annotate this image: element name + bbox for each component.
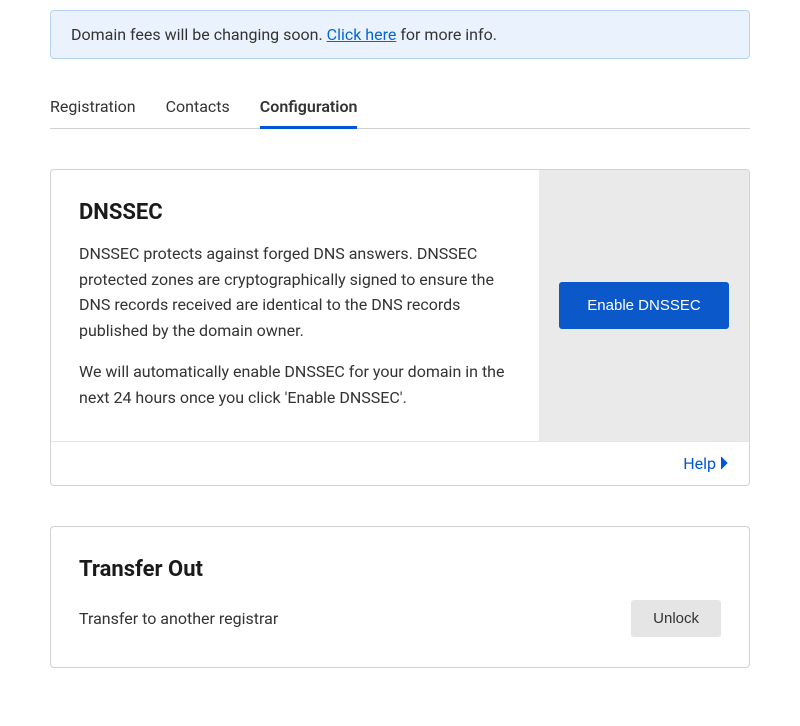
notice-link[interactable]: Click here <box>327 25 397 44</box>
chevron-right-icon <box>720 456 729 470</box>
dnssec-title: DNSSEC <box>79 200 511 225</box>
dnssec-description-1: DNSSEC protects against forged DNS answe… <box>79 241 511 343</box>
dnssec-card: DNSSEC DNSSEC protects against forged DN… <box>50 169 750 486</box>
dnssec-description-2: We will automatically enable DNSSEC for … <box>79 359 511 410</box>
tabs: Registration Contacts Configuration <box>50 87 750 129</box>
dnssec-main: DNSSEC DNSSEC protects against forged DN… <box>51 170 749 441</box>
transfer-title: Transfer Out <box>79 557 721 582</box>
tab-contacts[interactable]: Contacts <box>166 87 230 128</box>
help-link[interactable]: Help <box>683 454 729 473</box>
dnssec-content: DNSSEC DNSSEC protects against forged DN… <box>51 170 539 441</box>
notice-suffix: for more info. <box>396 25 497 44</box>
tab-registration[interactable]: Registration <box>50 87 136 128</box>
enable-dnssec-button[interactable]: Enable DNSSEC <box>559 282 728 330</box>
unlock-button[interactable]: Unlock <box>631 600 721 637</box>
tab-configuration[interactable]: Configuration <box>260 87 358 129</box>
help-label: Help <box>683 454 716 473</box>
transfer-card: Transfer Out Transfer to another registr… <box>50 526 750 668</box>
dnssec-action-panel: Enable DNSSEC <box>539 170 749 441</box>
notice-prefix: Domain fees will be changing soon. <box>71 25 327 44</box>
dnssec-footer: Help <box>51 441 749 485</box>
notice-banner: Domain fees will be changing soon. Click… <box>50 10 750 59</box>
transfer-row: Transfer to another registrar Unlock <box>79 600 721 637</box>
transfer-subtitle: Transfer to another registrar <box>79 609 278 628</box>
